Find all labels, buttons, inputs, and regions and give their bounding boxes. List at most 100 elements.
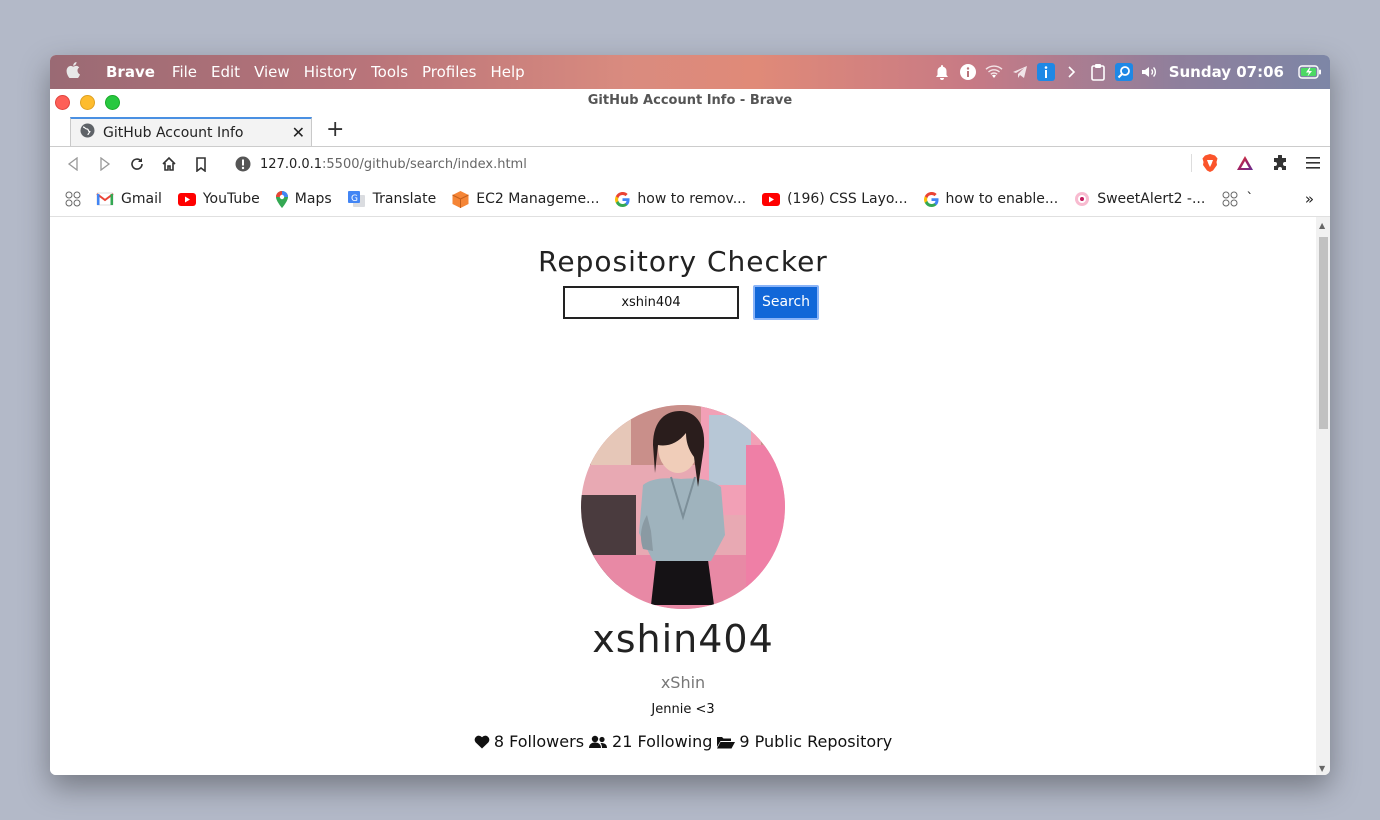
bookmark-label: Maps (294, 191, 332, 207)
page-content: Repository Checker xshin404 Search xshin… (50, 217, 1316, 775)
bookmark-apps-folder[interactable]: ` (1221, 191, 1253, 207)
page-heading: Repository Checker (538, 245, 828, 278)
browser-window: Brave File Edit View History Tools Profi… (50, 55, 1330, 775)
window-titlebar: GitHub Account Info - Brave (50, 89, 1330, 113)
following-stat: 21 Following (588, 732, 712, 751)
heart-icon (474, 735, 490, 748)
bookmark-label: (196) CSS Layo... (787, 191, 908, 207)
menu-file[interactable]: File (172, 63, 197, 81)
avatar (581, 405, 785, 609)
youtube-icon (762, 192, 781, 206)
aws-icon (452, 190, 469, 208)
bookmark-label: Gmail (121, 191, 162, 207)
sweetalert-icon (1074, 191, 1090, 207)
reload-icon[interactable] (121, 156, 153, 172)
profile-real-name: xShin (660, 673, 706, 692)
bookmarks-bar: Gmail YouTube Maps G Translate EC2 Manag… (50, 182, 1330, 217)
menu-history[interactable]: History (304, 63, 357, 81)
bookmark-google-enable[interactable]: how to enable... (923, 191, 1059, 207)
telegram-icon[interactable] (1011, 63, 1029, 81)
bookmark-youtube[interactable]: YouTube (177, 191, 260, 207)
bell-icon[interactable] (933, 63, 951, 81)
followers-stat: 8 Followers (474, 732, 584, 751)
bookmark-youtube-css[interactable]: (196) CSS Layo... (762, 191, 908, 207)
bookmark-translate[interactable]: G Translate (347, 190, 437, 208)
google-icon (615, 191, 630, 207)
bookmark-ec2[interactable]: EC2 Manageme... (452, 190, 600, 208)
tab-github-account-info[interactable]: GitHub Account Info ✕ (70, 117, 312, 146)
scroll-down-icon[interactable]: ▼ (1319, 764, 1325, 773)
system-tray: Sunday 07:06 (933, 55, 1322, 89)
system-menubar: Brave File Edit View History Tools Profi… (50, 55, 1330, 89)
bookmark-gmail[interactable]: Gmail (96, 191, 162, 207)
forward-icon[interactable] (89, 157, 121, 171)
battery-icon[interactable] (1298, 63, 1322, 81)
info-icon[interactable] (959, 63, 977, 81)
repos-count: 9 Public Repository (739, 732, 893, 751)
clipboard-icon[interactable] (1089, 63, 1107, 81)
bookmark-label: how to enable... (945, 191, 1059, 207)
apps-icon (1221, 191, 1239, 207)
globe-icon (80, 123, 95, 142)
home-icon[interactable] (153, 156, 185, 172)
chevron-right-icon[interactable] (1063, 63, 1081, 81)
bookmark-google-remove[interactable]: how to remov... (615, 191, 746, 207)
menu-profiles[interactable]: Profiles (422, 63, 476, 81)
maps-icon (275, 190, 288, 208)
app-name[interactable]: Brave (106, 63, 155, 81)
brave-rewards-icon[interactable] (1236, 155, 1254, 171)
new-tab-button[interactable]: + (326, 117, 344, 142)
tab-close-icon[interactable]: ✕ (292, 123, 305, 142)
clock[interactable]: Sunday 07:06 (1169, 63, 1284, 81)
site-info-icon[interactable] (235, 156, 251, 172)
translate-icon: G (347, 190, 366, 208)
url-host: 127.0.0.1 (260, 156, 323, 172)
volume-icon[interactable] (1141, 63, 1159, 81)
bookmark-label: SweetAlert2 -... (1097, 191, 1206, 207)
followers-count: 8 Followers (493, 732, 585, 751)
apps-icon[interactable] (64, 191, 82, 207)
back-icon[interactable] (57, 157, 89, 171)
scroll-up-icon[interactable]: ▲ (1319, 221, 1325, 230)
bookmark-label: ` (1246, 191, 1254, 207)
menu-tools[interactable]: Tools (371, 63, 408, 81)
tab-strip: GitHub Account Info ✕ + (50, 113, 1330, 147)
extensions-icon[interactable] (1272, 155, 1288, 171)
menu-icon[interactable] (1306, 156, 1320, 170)
search-app-icon[interactable] (1114, 63, 1133, 81)
address-bar[interactable]: 127.0.0.1:5500/github/search/index.html (235, 156, 527, 172)
info-blue-icon[interactable] (1036, 63, 1055, 81)
following-count: 21 Following (612, 732, 713, 751)
bookmark-label: EC2 Manageme... (476, 191, 600, 207)
menu-edit[interactable]: Edit (211, 63, 240, 81)
menu-view[interactable]: View (254, 63, 290, 81)
repos-stat: 9 Public Repository (716, 732, 892, 751)
bookmark-label: how to remov... (637, 191, 747, 207)
youtube-icon (177, 192, 196, 206)
username-search-input[interactable]: xshin404 (563, 286, 739, 319)
bookmark-label: YouTube (202, 191, 260, 207)
search-button[interactable]: Search (753, 285, 819, 320)
profile-stats: 8 Followers 21 Following 9 Public Reposi… (50, 732, 1316, 751)
vertical-scrollbar[interactable]: ▲ ▼ (1316, 217, 1330, 775)
profile-bio: Jennie <3 (651, 702, 715, 717)
gmail-icon (96, 192, 114, 206)
menu-help[interactable]: Help (490, 63, 524, 81)
scrollbar-thumb[interactable] (1319, 237, 1328, 429)
folder-open-icon (717, 736, 736, 748)
navigation-toolbar: 127.0.0.1:5500/github/search/index.html (50, 147, 1330, 181)
wifi-icon[interactable] (985, 63, 1003, 81)
users-icon (589, 735, 608, 748)
bookmark-icon[interactable] (185, 156, 217, 172)
bookmark-sweetalert[interactable]: SweetAlert2 -... (1074, 191, 1205, 207)
tab-label: GitHub Account Info (103, 124, 244, 141)
bookmark-label: Translate (372, 191, 437, 207)
more-bookmarks-icon[interactable]: » (1305, 190, 1314, 208)
url-path: :5500/github/search/index.html (322, 156, 527, 172)
window-title: GitHub Account Info - Brave (587, 93, 793, 108)
bookmark-maps[interactable]: Maps (275, 190, 332, 208)
apple-icon[interactable] (66, 62, 84, 82)
profile-username: xshin404 (592, 617, 774, 661)
google-icon (923, 191, 939, 207)
brave-shields-icon[interactable] (1191, 154, 1218, 172)
